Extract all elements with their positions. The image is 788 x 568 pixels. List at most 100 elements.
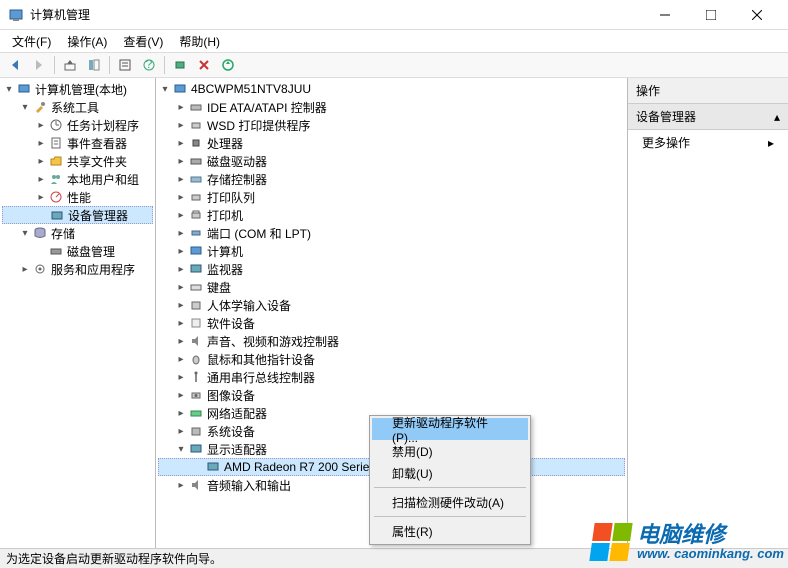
- scan-hardware-button[interactable]: [169, 54, 191, 76]
- node-computer[interactable]: ▾4BCWPM51NTV8JUU: [158, 80, 625, 98]
- update-driver-button[interactable]: [217, 54, 239, 76]
- maximize-button[interactable]: [688, 0, 734, 30]
- cpu-icon: [188, 135, 204, 151]
- menu-action[interactable]: 操作(A): [59, 31, 115, 52]
- expander-icon[interactable]: ▸: [34, 192, 48, 203]
- node-wsd[interactable]: ▸WSD 打印提供程序: [158, 116, 625, 134]
- tree-event-viewer[interactable]: ▸事件查看器: [2, 134, 153, 152]
- uninstall-button[interactable]: [193, 54, 215, 76]
- show-hide-tree-button[interactable]: [83, 54, 105, 76]
- expander-icon[interactable]: ▸: [174, 156, 188, 167]
- ctx-update-driver[interactable]: 更新驱动程序软件(P)...: [372, 418, 528, 440]
- expander-icon[interactable]: ▸: [34, 174, 48, 185]
- expander-icon[interactable]: ▸: [174, 372, 188, 383]
- ctx-scan-hardware[interactable]: 扫描检测硬件改动(A): [372, 491, 528, 513]
- expander-icon[interactable]: ▸: [174, 246, 188, 257]
- node-ide[interactable]: ▸IDE ATA/ATAPI 控制器: [158, 98, 625, 116]
- expander-icon[interactable]: ▾: [18, 228, 32, 239]
- tree-disk-mgmt[interactable]: 磁盘管理: [2, 242, 153, 260]
- expander-icon[interactable]: ▸: [174, 426, 188, 437]
- actions-section-label: 设备管理器: [636, 108, 696, 125]
- usb-icon: [188, 369, 204, 385]
- expander-icon[interactable]: ▸: [174, 228, 188, 239]
- expander-icon[interactable]: ▸: [174, 102, 188, 113]
- tree-device-mgr[interactable]: 设备管理器: [2, 206, 153, 224]
- tree-performance[interactable]: ▸性能: [2, 188, 153, 206]
- node-usb[interactable]: ▸通用串行总线控制器: [158, 368, 625, 386]
- node-disk-drives[interactable]: ▸磁盘驱动器: [158, 152, 625, 170]
- expander-icon[interactable]: ▸: [174, 264, 188, 275]
- minimize-button[interactable]: [642, 0, 688, 30]
- expander-icon[interactable]: ▸: [174, 354, 188, 365]
- properties-button[interactable]: [114, 54, 136, 76]
- node-hid[interactable]: ▸人体学输入设备: [158, 296, 625, 314]
- sound-icon: [188, 333, 204, 349]
- node-storage-ctrl[interactable]: ▸存储控制器: [158, 170, 625, 188]
- tree-task-sched[interactable]: ▸任务计划程序: [2, 116, 153, 134]
- forward-button[interactable]: [28, 54, 50, 76]
- menu-help[interactable]: 帮助(H): [171, 31, 228, 52]
- tree-root[interactable]: ▾计算机管理(本地): [2, 80, 153, 98]
- expander-icon[interactable]: ▸: [34, 138, 48, 149]
- title-bar: 计算机管理: [0, 0, 788, 30]
- back-button[interactable]: [4, 54, 26, 76]
- pc-icon: [172, 81, 188, 97]
- expander-icon[interactable]: ▸: [174, 318, 188, 329]
- actions-panel: 操作 设备管理器 ▴ 更多操作 ▸: [628, 78, 788, 548]
- expander-icon[interactable]: ▸: [18, 264, 32, 275]
- node-software-dev[interactable]: ▸软件设备: [158, 314, 625, 332]
- node-sound[interactable]: ▸声音、视频和游戏控制器: [158, 332, 625, 350]
- tree-local-users[interactable]: ▸本地用户和组: [2, 170, 153, 188]
- menu-view[interactable]: 查看(V): [115, 31, 171, 52]
- tree-shared-folders[interactable]: ▸共享文件夹: [2, 152, 153, 170]
- expander-icon[interactable]: ▸: [174, 300, 188, 311]
- printer-provider-icon: [188, 117, 204, 133]
- node-keyboards[interactable]: ▸键盘: [158, 278, 625, 296]
- expander-icon[interactable]: ▸: [174, 120, 188, 131]
- perf-icon: [48, 189, 64, 205]
- actions-more[interactable]: 更多操作 ▸: [628, 130, 788, 155]
- expander-icon[interactable]: ▸: [174, 336, 188, 347]
- tree-storage[interactable]: ▾存储: [2, 224, 153, 242]
- expander-icon[interactable]: ▸: [174, 408, 188, 419]
- node-ports[interactable]: ▸端口 (COM 和 LPT): [158, 224, 625, 242]
- expander-icon[interactable]: ▸: [174, 480, 188, 491]
- node-print-queue[interactable]: ▸打印队列: [158, 188, 625, 206]
- users-icon: [48, 171, 64, 187]
- close-button[interactable]: [734, 0, 780, 30]
- printer-icon: [188, 207, 204, 223]
- node-mouse[interactable]: ▸鼠标和其他指针设备: [158, 350, 625, 368]
- node-computers[interactable]: ▸计算机: [158, 242, 625, 260]
- expander-icon[interactable]: ▾: [18, 102, 32, 113]
- actions-section[interactable]: 设备管理器 ▴: [628, 104, 788, 130]
- node-imaging[interactable]: ▸图像设备: [158, 386, 625, 404]
- help-button[interactable]: ?: [138, 54, 160, 76]
- menu-file[interactable]: 文件(F): [4, 31, 59, 52]
- expander-icon[interactable]: ▾: [158, 84, 172, 95]
- toolbar-separator: [54, 56, 55, 74]
- expander-icon[interactable]: ▸: [174, 192, 188, 203]
- tree-sys-tools[interactable]: ▾系统工具: [2, 98, 153, 116]
- toolbar: ?: [0, 52, 788, 78]
- expander-icon[interactable]: ▾: [2, 84, 16, 95]
- node-monitors[interactable]: ▸监视器: [158, 260, 625, 278]
- expander-icon[interactable]: ▸: [174, 138, 188, 149]
- storage-icon: [32, 225, 48, 241]
- expander-icon[interactable]: ▸: [174, 390, 188, 401]
- expander-icon[interactable]: ▸: [174, 174, 188, 185]
- up-button[interactable]: [59, 54, 81, 76]
- chevron-right-icon: ▸: [768, 136, 774, 150]
- expander-icon[interactable]: ▸: [174, 282, 188, 293]
- expander-icon[interactable]: ▸: [34, 156, 48, 167]
- node-cpu[interactable]: ▸处理器: [158, 134, 625, 152]
- expander-icon[interactable]: ▸: [174, 210, 188, 221]
- expander-icon[interactable]: ▸: [34, 120, 48, 131]
- ctx-properties[interactable]: 属性(R): [372, 520, 528, 542]
- tree-services[interactable]: ▸服务和应用程序: [2, 260, 153, 278]
- monitor-icon: [188, 261, 204, 277]
- expander-icon[interactable]: ▾: [174, 444, 188, 455]
- node-printers[interactable]: ▸打印机: [158, 206, 625, 224]
- system-icon: [188, 423, 204, 439]
- left-tree-panel[interactable]: ▾计算机管理(本地) ▾系统工具 ▸任务计划程序 ▸事件查看器 ▸共享文件夹 ▸…: [0, 78, 156, 548]
- ctx-uninstall[interactable]: 卸载(U): [372, 462, 528, 484]
